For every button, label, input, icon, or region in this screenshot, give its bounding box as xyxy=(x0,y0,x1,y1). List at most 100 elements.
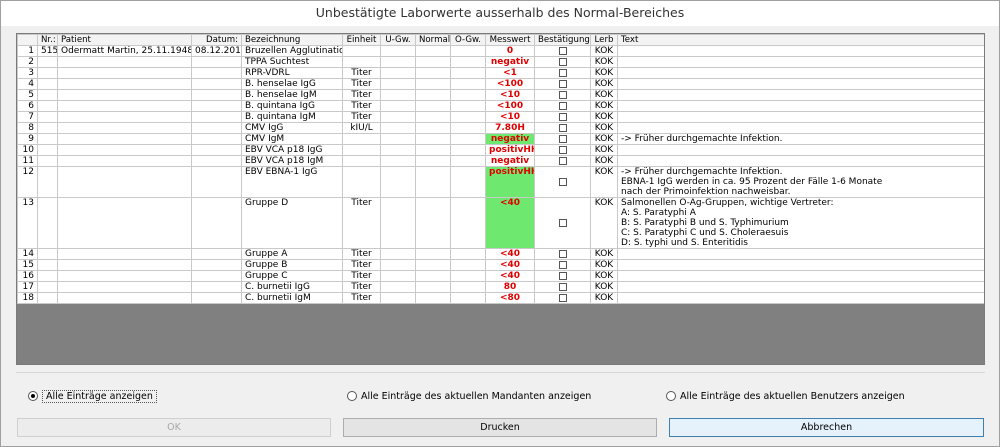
table-row[interactable]: 9 CMV IgM negativ KOK -> Früher durchgemacht… xyxy=(17,133,984,145)
cell-messwert[interactable]: <100 xyxy=(485,100,535,112)
cell-messwert[interactable]: negativ xyxy=(485,133,535,145)
table-row[interactable]: 13 Gruppe D Titer <40 KOK Salmonellen O-Ag-Gr… xyxy=(17,197,984,249)
cell-datum[interactable] xyxy=(191,259,242,271)
cell-einheit[interactable]: Titer xyxy=(342,248,381,260)
cell-text[interactable] xyxy=(617,155,984,167)
cell-bestaetigung[interactable] xyxy=(534,248,591,260)
cell-normal[interactable] xyxy=(415,45,451,57)
cell-datum[interactable] xyxy=(191,133,242,145)
cell-bezeichnung[interactable]: EBV EBNA-1 IgG xyxy=(241,166,343,198)
cell-text[interactable] xyxy=(617,259,984,271)
cell-messwert[interactable]: <40 xyxy=(485,259,535,271)
cell-nr[interactable] xyxy=(37,270,58,282)
cell-datum[interactable] xyxy=(191,248,242,260)
cell-normal[interactable] xyxy=(415,270,451,282)
cell-nr[interactable] xyxy=(37,259,58,271)
row-number[interactable]: 7 xyxy=(17,111,38,123)
cell-einheit[interactable] xyxy=(342,45,381,57)
cell-patient[interactable] xyxy=(57,292,192,304)
cell-datum[interactable] xyxy=(191,155,242,167)
table-row[interactable]: 8 CMV IgG kIU/L 7.80H KOK xyxy=(17,122,984,134)
filter-all-radio[interactable] xyxy=(28,391,38,401)
cell-messwert[interactable]: <40 xyxy=(485,197,535,249)
cell-einheit[interactable]: Titer xyxy=(342,100,381,112)
cell-bestaetigung[interactable] xyxy=(534,67,591,79)
cell-normal[interactable] xyxy=(415,248,451,260)
filter-mandant-label[interactable]: Alle Einträge des aktuellen Mandanten an… xyxy=(361,391,591,402)
cell-bestaetigung[interactable] xyxy=(534,122,591,134)
cell-datum[interactable] xyxy=(191,122,242,134)
cell-ugw[interactable] xyxy=(380,166,416,198)
cell-bestaetigung[interactable] xyxy=(534,45,591,57)
table-row[interactable]: 7 B. quintana IgM Titer <10 KOK xyxy=(17,111,984,123)
cell-ogw[interactable] xyxy=(450,144,486,156)
col-header-ugw[interactable]: U-Gw. xyxy=(380,34,416,46)
cell-datum[interactable] xyxy=(191,197,242,249)
cell-messwert[interactable]: 0 xyxy=(485,45,535,57)
confirm-checkbox[interactable] xyxy=(558,282,567,291)
cell-ogw[interactable] xyxy=(450,67,486,79)
cell-ogw[interactable] xyxy=(450,248,486,260)
cell-bestaetigung[interactable] xyxy=(534,111,591,123)
table-row[interactable]: 4 B. henselae IgG Titer <100 KOK xyxy=(17,78,984,90)
cell-ogw[interactable] xyxy=(450,100,486,112)
row-number[interactable]: 4 xyxy=(17,78,38,90)
cell-bezeichnung[interactable]: Gruppe A xyxy=(241,248,343,260)
col-header-datum[interactable]: Datum: xyxy=(191,34,242,46)
cell-einheit[interactable]: Titer xyxy=(342,78,381,90)
cell-einheit[interactable]: Titer xyxy=(342,67,381,79)
cell-lerb[interactable]: KOK xyxy=(590,100,618,112)
cell-einheit[interactable] xyxy=(342,166,381,198)
cell-normal[interactable] xyxy=(415,166,451,198)
cell-ugw[interactable] xyxy=(380,78,416,90)
cell-nr[interactable] xyxy=(37,133,58,145)
table-row[interactable]: 3 RPR-VDRL Titer <1 KOK xyxy=(17,67,984,79)
cell-nr[interactable] xyxy=(37,56,58,68)
cell-ogw[interactable] xyxy=(450,259,486,271)
cell-patient[interactable] xyxy=(57,281,192,293)
cell-lerb[interactable]: KOK xyxy=(590,45,618,57)
cell-lerb[interactable]: KOK xyxy=(590,155,618,167)
cell-ogw[interactable] xyxy=(450,56,486,68)
cell-patient[interactable] xyxy=(57,155,192,167)
table-row[interactable]: 18 C. burnetii IgM Titer <80 KOK xyxy=(17,292,984,304)
cell-lerb[interactable]: KOK xyxy=(590,56,618,68)
cell-bestaetigung[interactable] xyxy=(534,281,591,293)
row-number[interactable]: 5 xyxy=(17,89,38,101)
cell-ugw[interactable] xyxy=(380,100,416,112)
cell-bezeichnung[interactable]: Bruzellen Agglutination xyxy=(241,45,343,57)
cell-patient[interactable] xyxy=(57,56,192,68)
cell-bestaetigung[interactable] xyxy=(534,155,591,167)
col-header-nr[interactable]: Nr.: xyxy=(37,34,58,46)
cell-patient[interactable]: Odermatt Martin, 25.11.1948 xyxy=(57,45,192,57)
print-button[interactable]: Drucken xyxy=(343,418,657,437)
confirm-checkbox[interactable] xyxy=(558,145,567,154)
table-row[interactable]: 6 B. quintana IgG Titer <100 KOK xyxy=(17,100,984,112)
cell-text[interactable]: -> Früher durchgemachte Infektion. xyxy=(617,133,984,145)
table-row[interactable]: 17 C. burnetii IgG Titer 80 KOK xyxy=(17,281,984,293)
cell-nr[interactable] xyxy=(37,144,58,156)
cell-einheit[interactable]: Titer xyxy=(342,270,381,282)
filter-mandant-radio[interactable] xyxy=(347,391,357,401)
cell-bestaetigung[interactable] xyxy=(534,259,591,271)
cell-einheit[interactable]: Titer xyxy=(342,111,381,123)
cell-lerb[interactable]: KOK xyxy=(590,111,618,123)
cell-datum[interactable] xyxy=(191,166,242,198)
cell-ugw[interactable] xyxy=(380,197,416,249)
cell-patient[interactable] xyxy=(57,144,192,156)
cell-datum[interactable] xyxy=(191,56,242,68)
row-number[interactable]: 11 xyxy=(17,155,38,167)
cell-ogw[interactable] xyxy=(450,197,486,249)
cell-messwert[interactable]: <40 xyxy=(485,248,535,260)
filter-all-label[interactable]: Alle Einträge anzeigen xyxy=(42,389,157,403)
cell-ugw[interactable] xyxy=(380,281,416,293)
cell-ogw[interactable] xyxy=(450,133,486,145)
cell-normal[interactable] xyxy=(415,89,451,101)
cell-ogw[interactable] xyxy=(450,78,486,90)
cell-lerb[interactable]: KOK xyxy=(590,166,618,198)
confirm-checkbox[interactable] xyxy=(558,112,567,121)
cell-ogw[interactable] xyxy=(450,45,486,57)
confirm-checkbox[interactable] xyxy=(558,218,567,227)
cell-datum[interactable] xyxy=(191,111,242,123)
cell-patient[interactable] xyxy=(57,133,192,145)
